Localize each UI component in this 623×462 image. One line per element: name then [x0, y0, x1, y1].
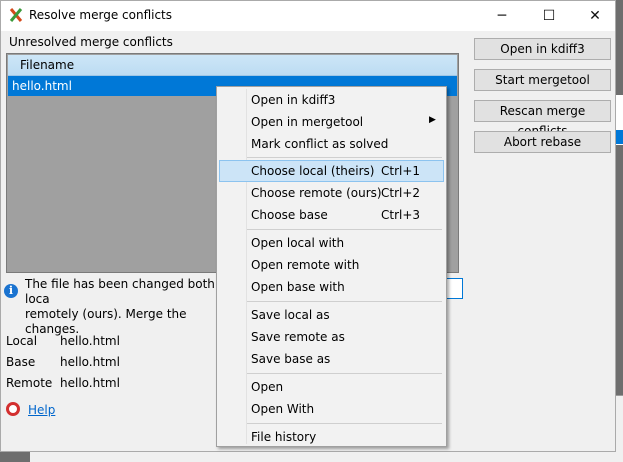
menu-item-open[interactable]: Open: [219, 376, 444, 398]
help-link[interactable]: Help: [28, 403, 55, 417]
menu-separator: [247, 373, 442, 374]
remote-label: Remote: [6, 376, 53, 390]
maximize-button[interactable]: ☐: [526, 1, 572, 31]
menu-separator: [247, 157, 442, 158]
menu-item-open-remote-with[interactable]: Open remote with: [219, 254, 444, 276]
local-file: hello.html: [60, 334, 120, 348]
menu-separator: [247, 301, 442, 302]
menu-item-open-local-with[interactable]: Open local with: [219, 232, 444, 254]
minimize-button[interactable]: ─: [479, 1, 525, 31]
submenu-arrow-icon: ▶: [429, 115, 436, 125]
menu-item-choose-local[interactable]: Choose local (theirs) Ctrl+1: [219, 160, 444, 182]
base-label: Base: [6, 355, 36, 369]
git-extensions-icon: [9, 8, 23, 22]
context-menu: Open in kdiff3 Open in mergetool ▶ Mark c…: [216, 86, 447, 447]
menu-item-save-remote-as[interactable]: Save remote as: [219, 326, 444, 348]
close-button[interactable]: ✕: [572, 1, 618, 31]
menu-item-open-with[interactable]: Open With: [219, 398, 444, 420]
rescan-merge-conflicts-button[interactable]: Rescan merge conflicts: [474, 100, 611, 138]
menu-item-open-base-with[interactable]: Open base with: [219, 276, 444, 298]
title-bar[interactable]: Resolve merge conflicts ─ ☐ ✕: [1, 1, 615, 31]
info-icon: i: [4, 284, 18, 298]
menu-separator: [247, 229, 442, 230]
lifebuoy-icon: [6, 402, 20, 416]
menu-item-save-local-as[interactable]: Save local as: [219, 304, 444, 326]
menu-item-open-in-kdiff3[interactable]: Open in kdiff3: [219, 89, 444, 111]
menu-item-file-history[interactable]: File history: [219, 426, 444, 448]
menu-item-choose-base[interactable]: Choose base Ctrl+3: [219, 204, 444, 226]
local-label: Local: [6, 334, 38, 348]
filename-column-header[interactable]: Filename: [8, 55, 457, 76]
open-in-kdiff3-button[interactable]: Open in kdiff3: [474, 38, 611, 60]
menu-item-open-in-mergetool[interactable]: Open in mergetool ▶: [219, 111, 444, 133]
window-title: Resolve merge conflicts: [29, 8, 173, 22]
unresolved-conflicts-label: Unresolved merge conflicts: [9, 35, 173, 49]
base-file: hello.html: [60, 355, 120, 369]
abort-rebase-button[interactable]: Abort rebase: [474, 131, 611, 153]
background-selection: [616, 130, 623, 144]
menu-separator: [247, 423, 442, 424]
start-mergetool-button[interactable]: Start mergetool: [474, 69, 611, 91]
menu-item-choose-remote[interactable]: Choose remote (ours) Ctrl+2: [219, 182, 444, 204]
menu-item-save-base-as[interactable]: Save base as: [219, 348, 444, 370]
conflict-info-text: The file has been changed both loca remo…: [25, 277, 215, 336]
remote-file: hello.html: [60, 376, 120, 390]
menu-item-mark-conflict-as-solved[interactable]: Mark conflict as solved: [219, 133, 444, 155]
